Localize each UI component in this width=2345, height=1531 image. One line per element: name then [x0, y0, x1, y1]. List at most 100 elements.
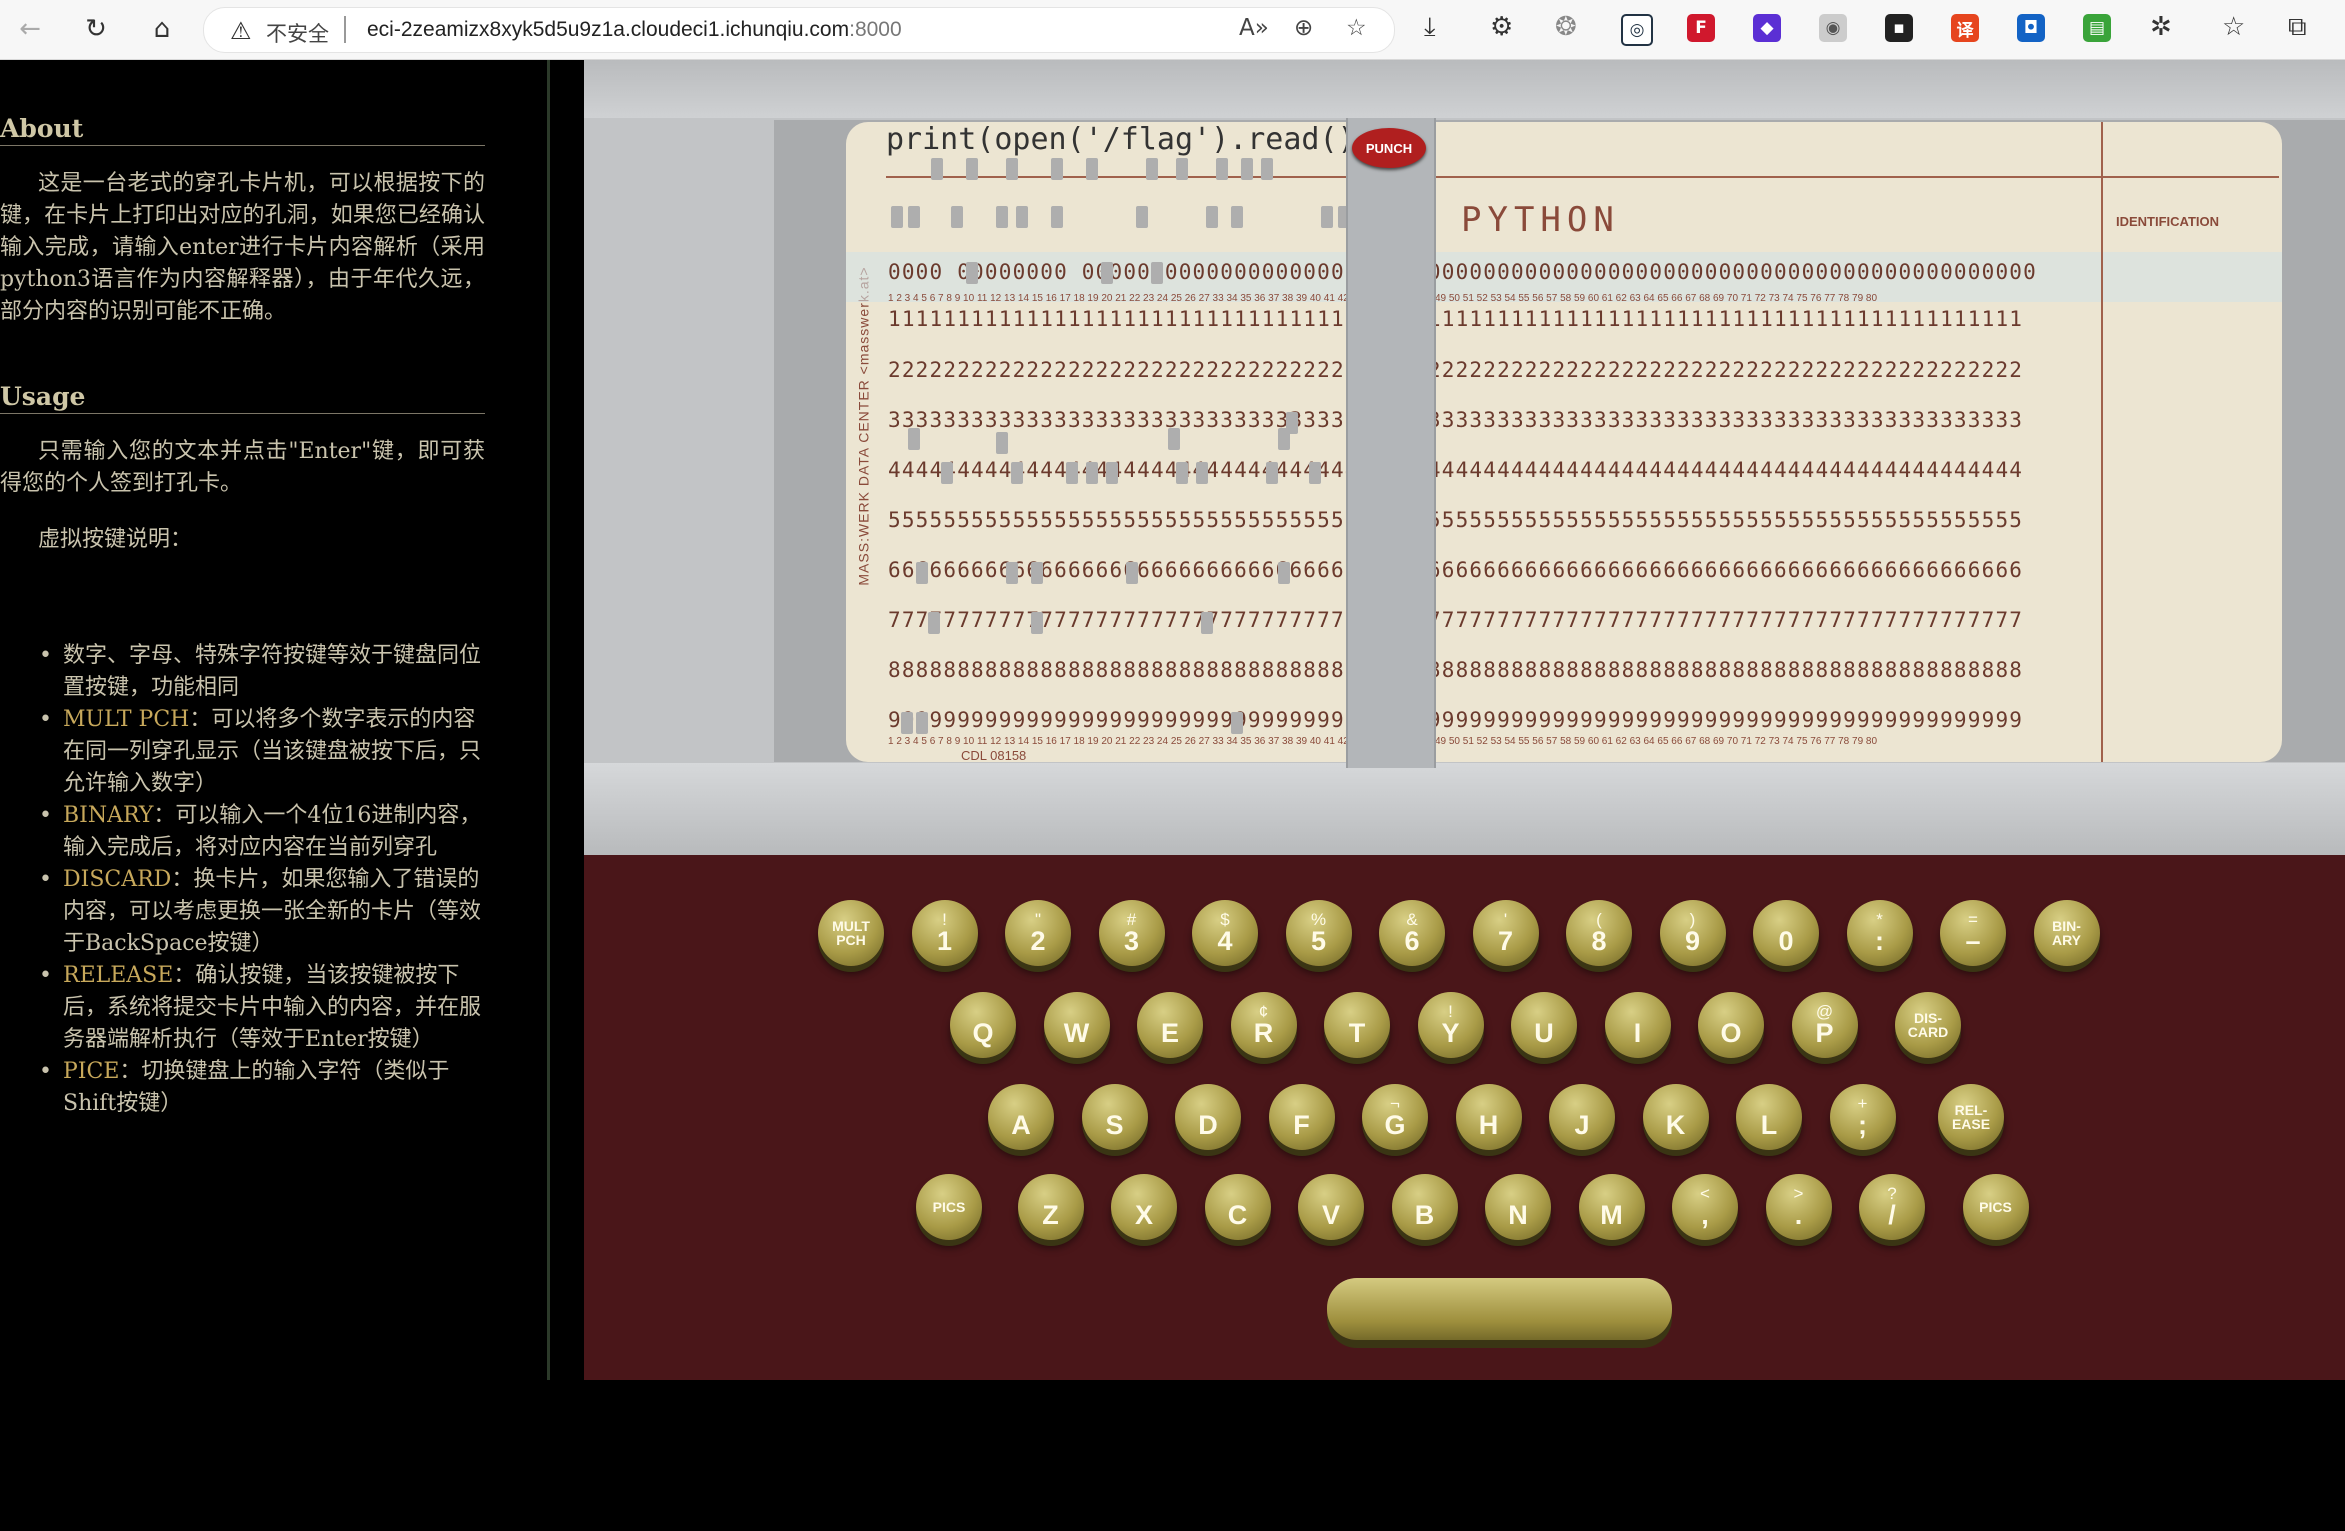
key-main-label: 8 [1591, 926, 1607, 956]
key-h[interactable]: H [1455, 1084, 1522, 1150]
extension-icon[interactable]: ◘ [2017, 14, 2045, 42]
key-main-label: PICS [1979, 1199, 2012, 1215]
key-g[interactable]: ¬ G [1362, 1084, 1428, 1150]
key-multpch[interactable]: MULT PCH [818, 900, 884, 966]
item-keyword: PICE [63, 1059, 120, 1084]
extension-icon[interactable]: F [1687, 14, 1715, 42]
key-v[interactable]: V [1298, 1174, 1364, 1240]
card-footer-label: CDL 08158 [961, 748, 1027, 762]
card-punch-hole [996, 206, 1008, 228]
key-r[interactable]: ¢ R [1230, 992, 1297, 1058]
key-,[interactable]: <, [1672, 1174, 1738, 1240]
key-help-list: 数字、字母、特殊字符按键等效于键盘同位置按键，功能相同 MULT PCH：可以将… [0, 640, 485, 1120]
key-;[interactable]: +; [1829, 1084, 1896, 1150]
key-/[interactable]: ? / [1859, 1174, 1925, 1240]
extension-icon[interactable]: ◆ [1753, 14, 1781, 42]
key-9[interactable]: ) 9 [1659, 900, 1726, 966]
key-discard[interactable]: DIS- CARD [1895, 992, 1961, 1058]
key-m[interactable]: M [1578, 1174, 1645, 1240]
key-d[interactable]: D [1175, 1084, 1241, 1150]
key-5[interactable]: % 5 [1285, 900, 1352, 966]
favorites-icon[interactable]: ☆ [2222, 12, 2245, 42]
key-top-label: DIS- [1914, 1010, 1942, 1026]
key-j[interactable]: J [1549, 1084, 1615, 1150]
key-main-label: D [1198, 1110, 1218, 1140]
key-pics[interactable]: PICS [916, 1174, 982, 1240]
key-pics[interactable]: PICS [1962, 1174, 2029, 1240]
key-7[interactable]: ' 7 [1472, 900, 1539, 966]
key-u[interactable]: U [1511, 992, 1577, 1058]
key-main-label: CARD [1907, 1024, 1949, 1040]
key-n[interactable]: N [1485, 1174, 1551, 1240]
extension-icon[interactable]: 译 [1951, 14, 1979, 42]
key-.[interactable]: >. [1765, 1174, 1832, 1240]
card-punch-hole [1006, 158, 1018, 180]
list-item: MULT PCH：可以将多个数字表示的内容在同一列穿孔显示（当该键盘被按下后，只… [39, 704, 485, 800]
key-i[interactable]: I [1604, 992, 1671, 1058]
extension-icon[interactable]: ▪ [1885, 14, 1913, 42]
key-main-label: O [1720, 1018, 1742, 1048]
key-3[interactable]: #3 [1098, 900, 1165, 966]
punch-button[interactable]: PUNCH [1352, 128, 1426, 168]
extension-icon[interactable]: ❂ [1555, 12, 1577, 42]
key-4[interactable]: $4 [1192, 900, 1258, 966]
usage-text: 只需输入您的文本并点击"Enter"键，即可获得您的个人签到打孔卡。 [0, 439, 485, 496]
key-release[interactable]: REL- EASE [1938, 1084, 2004, 1150]
key-main-label: C [1227, 1200, 1248, 1230]
extensions-puzzle-icon[interactable]: ✲ [2150, 12, 2172, 42]
key-l[interactable]: L [1736, 1084, 1802, 1150]
extension-icon[interactable]: ▤ [2083, 14, 2111, 42]
extension-icon[interactable]: ◉ [1819, 14, 1847, 42]
key-main-label: V [1321, 1200, 1340, 1230]
download-icon[interactable]: ⤓ [1424, 12, 1436, 43]
key-k[interactable]: K [1642, 1084, 1709, 1150]
card-digit-row: 5555555555555555555555555555555555555555… [888, 508, 2024, 532]
favorite-add-icon[interactable]: ☆ [1346, 15, 1367, 41]
key-main-label: ; [1858, 1110, 1867, 1140]
card-identification-label: IDENTIFICATION [2116, 214, 2220, 229]
key-a[interactable]: A [988, 1084, 1054, 1150]
about-text: 这是一台老式的穿孔卡片机，可以根据按下的键，在卡片上打印出对应的孔洞，如果您已经… [0, 171, 485, 324]
key-8[interactable]: (8 [1566, 900, 1632, 966]
extension-icon[interactable]: ◎ [1621, 14, 1653, 46]
key-f[interactable]: F [1268, 1084, 1335, 1150]
card-punch-hole [1201, 612, 1213, 634]
home-icon[interactable]: ⌂ [144, 11, 180, 47]
back-icon[interactable]: ← [12, 11, 48, 47]
address-bar[interactable]: ⚠ 不安全 eci-2zeamizx8xyk5d5u9z1a.cloudeci1… [203, 7, 1395, 53]
key-main-label: . [1794, 1200, 1803, 1230]
card-digit-row: 7777777777777777777777777777777777777777… [888, 608, 2024, 632]
key-main-label: PCH [836, 932, 866, 948]
key-1[interactable]: ! 1 [911, 900, 978, 966]
key-c[interactable]: C [1204, 1174, 1271, 1240]
extension-icon[interactable]: ⚙ [1490, 12, 1513, 42]
zoom-icon[interactable]: ⊕ [1294, 15, 1313, 41]
key-e[interactable]: E [1137, 992, 1203, 1058]
key-binary[interactable]: BIN- ARY [2033, 900, 2100, 966]
key-p[interactable]: @ P [1791, 992, 1858, 1058]
key-t[interactable]: T [1324, 992, 1390, 1058]
key-0[interactable]: 0 [1753, 900, 1819, 966]
key-o[interactable]: O [1698, 992, 1764, 1058]
space-bar[interactable] [1327, 1278, 1672, 1340]
key-main-label: , [1701, 1200, 1709, 1230]
key-y[interactable]: ! Y [1417, 992, 1484, 1058]
key-main-label: 0 [1778, 926, 1794, 956]
key-main-label: H [1478, 1110, 1499, 1140]
key-s[interactable]: S [1081, 1084, 1148, 1150]
key-b[interactable]: B [1391, 1174, 1458, 1240]
collections-icon[interactable]: ⧉ [2288, 12, 2307, 43]
key-z[interactable]: Z [1017, 1174, 1084, 1240]
key-2[interactable]: " 2 [1005, 900, 1071, 966]
key-w[interactable]: W [1043, 992, 1110, 1058]
key-:[interactable]: *: [1846, 900, 1913, 966]
key-6[interactable]: & 6 [1379, 900, 1445, 966]
read-aloud-icon[interactable]: A» [1239, 15, 1269, 41]
key-–[interactable]: = – [1940, 900, 2006, 966]
key-main-label: PICS [932, 1199, 966, 1215]
key-main-label: 4 [1217, 926, 1233, 956]
refresh-icon[interactable]: ↻ [78, 11, 114, 47]
key-q[interactable]: Q [950, 992, 1016, 1058]
key-x[interactable]: X [1111, 1174, 1177, 1240]
url-text[interactable]: eci-2zeamizx8xyk5d5u9z1a.cloudeci1.ichun… [367, 18, 902, 42]
